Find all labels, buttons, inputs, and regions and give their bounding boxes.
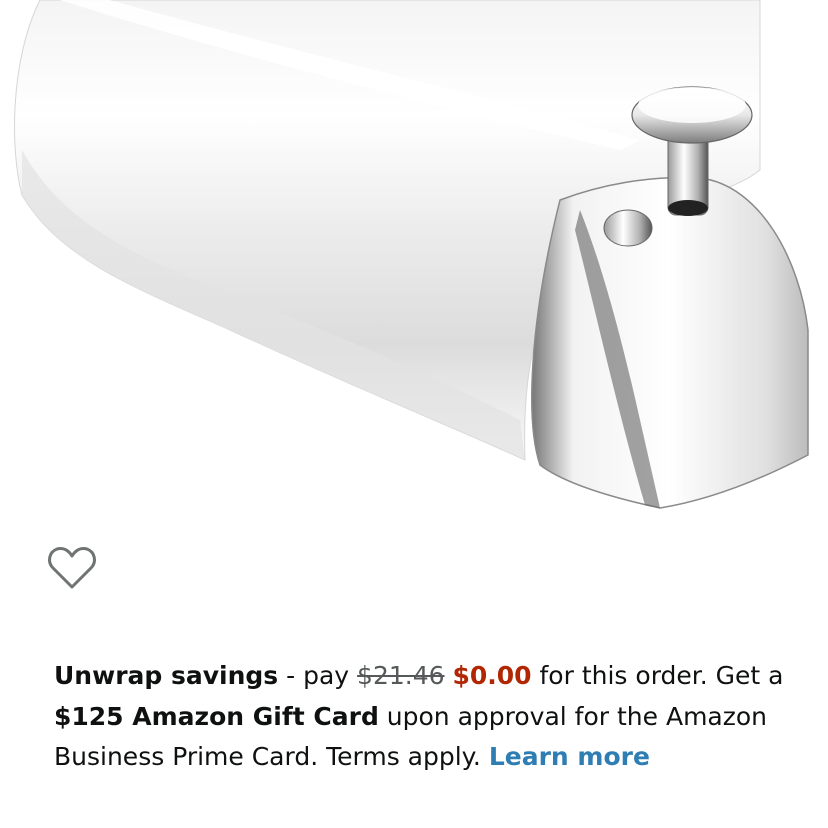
promo-headline: Unwrap savings	[54, 661, 279, 690]
old-price: $21.46	[357, 661, 445, 690]
wishlist-button[interactable]	[46, 544, 98, 592]
promo-dash-pay: - pay	[278, 661, 358, 690]
promo-message: Unwrap savings - pay $21.46 $0.00 for th…	[54, 656, 794, 778]
new-price: $0.00	[452, 661, 532, 690]
gift-card-text: $125 Amazon Gift Card	[54, 701, 379, 731]
learn-more-link[interactable]: Learn more	[489, 742, 650, 771]
heart-outline-icon	[48, 547, 96, 589]
tub-spout-illustration	[14, 0, 809, 509]
product-image[interactable]	[0, 0, 828, 520]
promo-after-price: for this order. Get a	[531, 661, 784, 690]
